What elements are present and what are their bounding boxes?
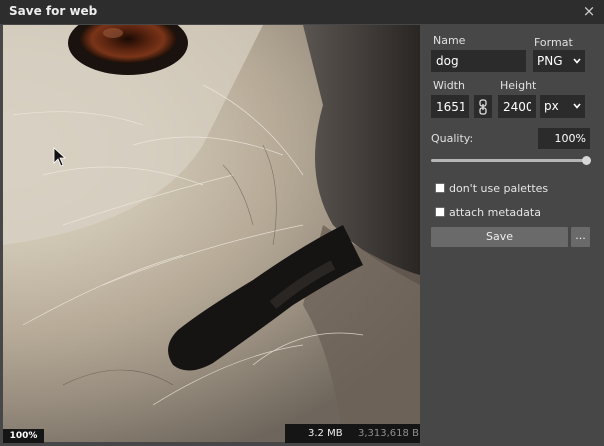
chain-link-icon[interactable]: [474, 95, 492, 118]
width-label: Width: [433, 79, 465, 92]
save-for-web-dialog: Save for web × 100% 3.2 MB 3,313,618 B N…: [0, 0, 604, 446]
file-size-bytes: 3,313,618 B: [358, 428, 419, 439]
name-label: Name: [433, 34, 466, 47]
slider-handle[interactable]: [582, 156, 591, 165]
file-size-mb: 3.2 MB: [308, 428, 343, 439]
slider-track: [431, 159, 586, 162]
export-settings-panel: Name Format PNG Width Height px Quality:…: [420, 24, 604, 446]
format-select[interactable]: PNG: [533, 50, 585, 72]
save-button[interactable]: Save: [431, 227, 568, 247]
height-input[interactable]: [498, 95, 536, 118]
dont-use-palettes-label: don't use palettes: [449, 181, 549, 195]
zoom-level-label: 100%: [3, 429, 44, 443]
quality-label: Quality:: [431, 132, 474, 145]
file-size-info: 3.2 MB 3,313,618 B: [285, 424, 420, 443]
unit-select-value: px: [544, 99, 559, 113]
dog-fur-image: [3, 25, 420, 442]
unit-select[interactable]: px: [540, 95, 585, 118]
title-bar: Save for web ×: [0, 0, 604, 24]
dont-use-palettes-option[interactable]: don't use palettes: [435, 181, 548, 195]
dont-use-palettes-checkbox[interactable]: [435, 183, 445, 193]
more-options-button[interactable]: ...: [571, 227, 590, 247]
format-label: Format: [534, 36, 573, 49]
close-icon[interactable]: ×: [581, 3, 597, 19]
format-select-value: PNG: [537, 54, 563, 68]
width-input[interactable]: [431, 95, 469, 118]
quality-slider[interactable]: [431, 155, 591, 167]
chevron-down-icon: [573, 58, 581, 64]
quality-input[interactable]: 100%: [538, 128, 590, 149]
mouse-cursor-icon: [53, 147, 67, 167]
attach-metadata-option[interactable]: attach metadata: [435, 205, 541, 219]
chevron-down-icon: [573, 103, 581, 109]
attach-metadata-checkbox[interactable]: [435, 207, 445, 217]
height-label: Height: [500, 79, 537, 92]
image-preview[interactable]: [3, 25, 420, 442]
name-input[interactable]: [431, 50, 526, 72]
attach-metadata-label: attach metadata: [449, 205, 541, 219]
dialog-title: Save for web: [9, 4, 98, 18]
